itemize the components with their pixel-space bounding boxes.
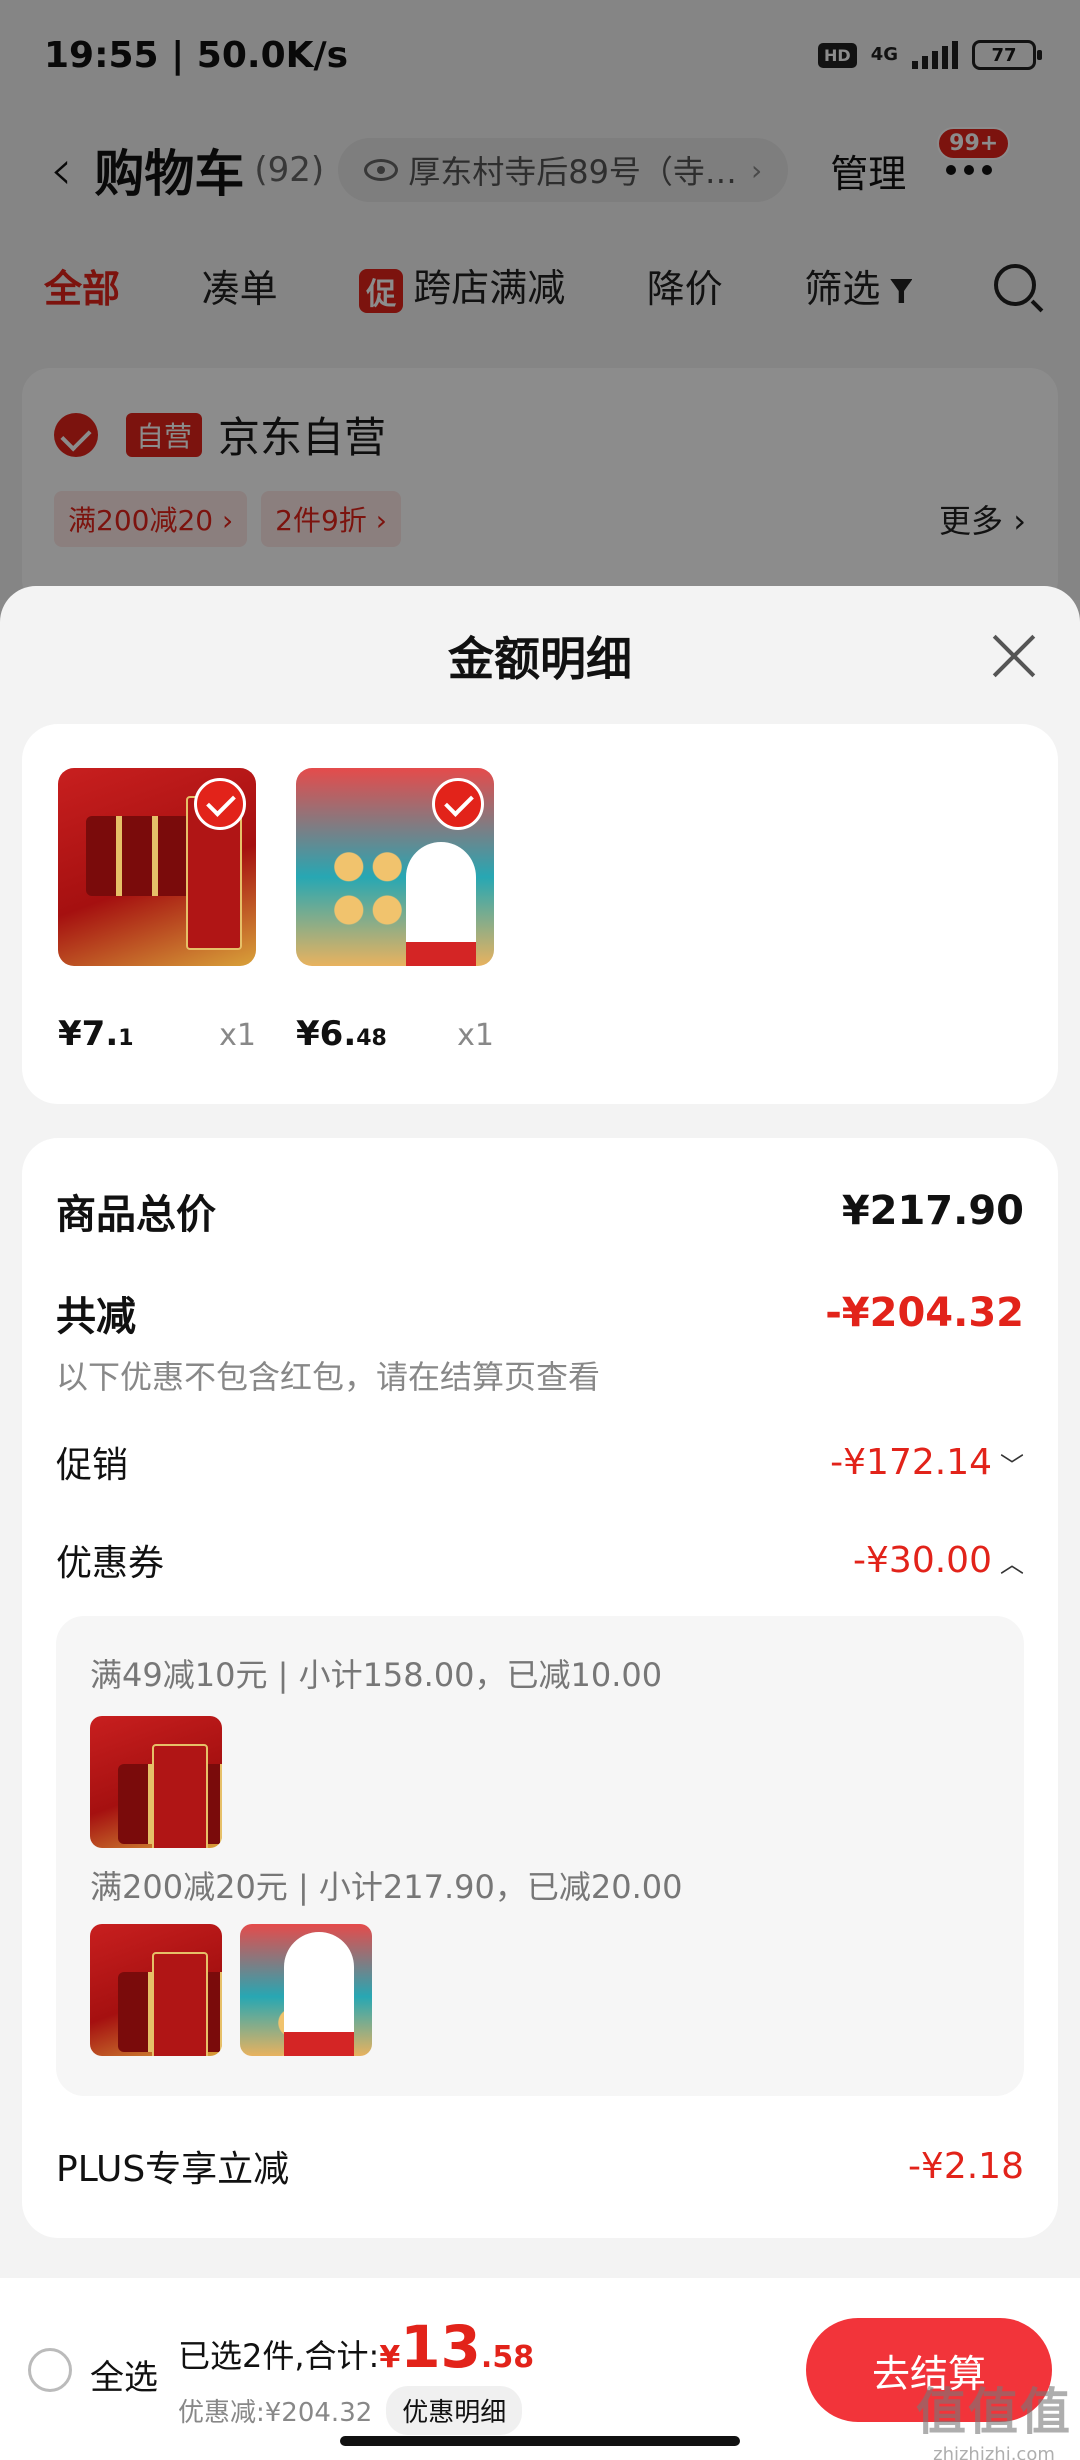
selected-summary: 已选2件,合计: (178, 2337, 380, 2375)
total-price-label: 商品总价 (56, 1192, 216, 1238)
discount-note: 以下优惠不包含红包，请在结算页查看 (56, 1358, 601, 1396)
coupon-value: -¥30.00 (853, 1539, 992, 1581)
home-indicator[interactable] (340, 2436, 740, 2446)
coupon-detail-box: 满49减10元 | 小计158.00，已减10.00 满200减20元 | 小计… (56, 1616, 1024, 2096)
close-icon[interactable] (990, 632, 1038, 680)
watermark-url: zhizhizhi.com (933, 2444, 1055, 2460)
product-thumbnail (90, 1716, 222, 1848)
discount-label: 共减 (56, 1294, 136, 1340)
sheet-title: 金额明细 (448, 632, 632, 686)
item-quantity: x1 (219, 1018, 256, 1053)
chevron-down-icon: ﹀ (1000, 1451, 1024, 1480)
total-decimal: .58 (480, 2340, 535, 2375)
watermark: 值值值 zhizhizhi.com (916, 2372, 1072, 2460)
selected-item[interactable]: ¥7.1 x1 (58, 768, 298, 1054)
total-price-row: 商品总价 ¥217.90 (56, 1182, 1024, 1240)
product-thumbnail (90, 1924, 222, 2056)
discount-value: -¥204.32 (825, 1290, 1024, 1336)
total-integer: 13 (400, 2313, 481, 2381)
coupon-rule: 满49减10元 | 小计158.00，已减10.00 (90, 1656, 663, 1694)
promotion-row[interactable]: 促销 -¥172.14 ﹀ (56, 1436, 1024, 1488)
promotion-label: 促销 (56, 1445, 129, 1486)
chevron-up-icon: ︿ (1000, 1549, 1024, 1578)
select-all-checkbox[interactable] (28, 2348, 72, 2392)
product-thumbnail (240, 1924, 372, 2056)
discount-row: 共减 -¥204.32 (56, 1284, 1024, 1342)
select-all-label[interactable]: 全选 (90, 2350, 158, 2399)
coupon-rule: 满200减20元 | 小计217.90，已减20.00 (90, 1868, 683, 1906)
selected-total: 已选2件,合计: ¥ 13 .58 (178, 2318, 534, 2377)
plus-discount-label: PLUS专享立减 (56, 2149, 290, 2190)
total-price-value: ¥217.90 (841, 1188, 1024, 1234)
coupon-label: 优惠券 (56, 1543, 165, 1584)
amount-detail-sheet: 金额明细 ¥7.1 x1 ¥6.48 x1 商品总价 ¥217.90 共减 -¥… (0, 586, 1080, 2278)
item-price-row: ¥7.1 x1 (58, 1014, 256, 1054)
currency-symbol: ¥ (379, 2340, 401, 2375)
item-quantity: x1 (457, 1018, 494, 1053)
product-image-disney (58, 768, 256, 966)
plus-discount-value: -¥2.18 (907, 2145, 1024, 2187)
discount-summary-text: 优惠减:¥204.32 (178, 2398, 373, 2428)
checkmark-icon (432, 778, 484, 830)
watermark-logo: 值值值 (916, 2383, 1072, 2441)
selected-item[interactable]: ¥6.48 x1 (296, 768, 536, 1054)
coupon-amount: -¥30.00 ︿ (853, 1540, 1024, 1581)
checkmark-icon (194, 778, 246, 830)
price-breakdown-card: 商品总价 ¥217.90 共减 -¥204.32 以下优惠不包含红包，请在结算页… (22, 1138, 1058, 2238)
sheet-header: 金额明细 (0, 586, 1080, 726)
promotion-amount: -¥172.14 ﹀ (830, 1442, 1024, 1483)
plus-discount-row: PLUS专享立减 -¥2.18 (56, 2140, 1024, 2192)
item-price-row: ¥6.48 x1 (296, 1014, 494, 1054)
coupon-row[interactable]: 优惠券 -¥30.00 ︿ (56, 1534, 1024, 1586)
product-image-mooncake (296, 768, 494, 966)
selected-items-card: ¥7.1 x1 ¥6.48 x1 (22, 724, 1058, 1104)
dim-overlay[interactable] (0, 0, 1080, 600)
discount-summary: 优惠减:¥204.32 优惠明细 (178, 2386, 523, 2435)
item-price: ¥6.48 (296, 1014, 387, 1054)
discount-detail-button[interactable]: 优惠明细 (386, 2386, 523, 2435)
item-price: ¥7.1 (58, 1014, 134, 1054)
promotion-value: -¥172.14 (830, 1441, 992, 1483)
